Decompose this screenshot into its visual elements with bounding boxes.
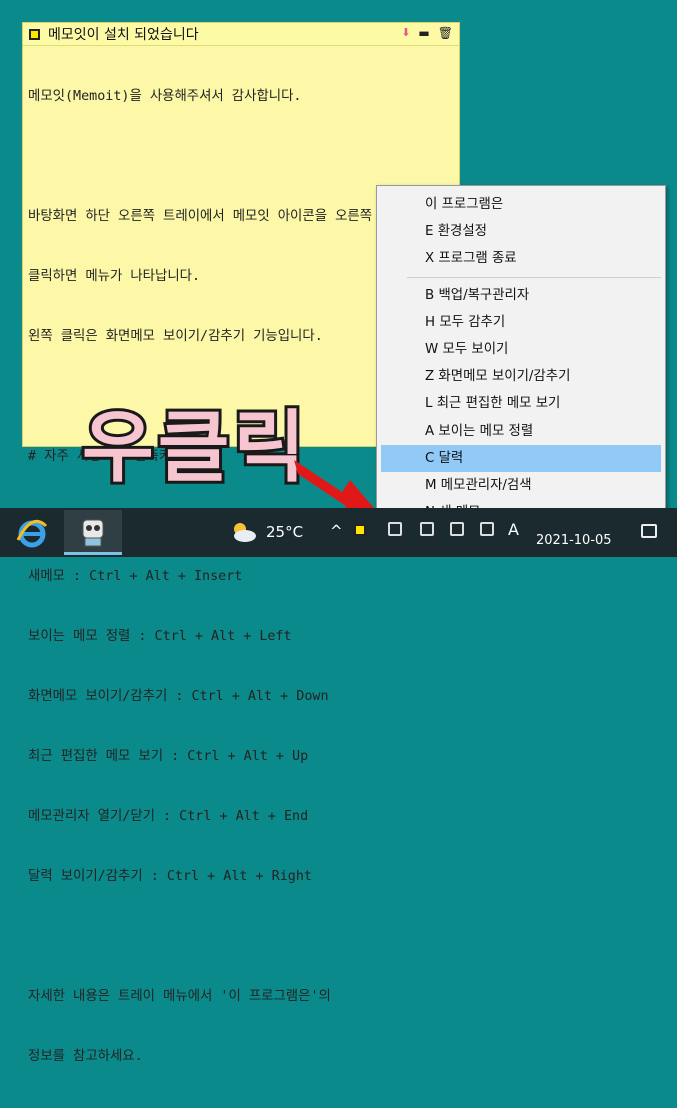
memo-line: 정보를 참고하세요. [28,1049,143,1064]
memo-icon [29,28,40,40]
menu-item-calendar[interactable]: C 달력 [381,444,661,472]
notification-icon[interactable] [641,524,657,538]
memo-line: 자세한 내용은 트레이 메뉴에서 '이 프로그램은'의 [28,989,331,1004]
clock-date[interactable]: 2021-10-05 [536,533,612,548]
menu-item-recent-memo[interactable]: L 최근 편집한 메모 보기 [381,390,661,417]
memo-line: 화면메모 보이기/감추기 : Ctrl + Alt + Down [28,689,329,704]
tray-context-menu: 이 프로그램은 E 환경설정 X 프로그램 종료 B 백업/복구관리자 H 모두… [376,185,666,533]
memo-title-bar[interactable]: 메모잇이 설치 되었습니다 ⬇ ▬ 🗑 [23,23,459,46]
weather-icon[interactable] [228,520,258,544]
minimize-icon[interactable]: ▬ [418,26,429,40]
taskbar: 25°C ^ A 2021-10-05 [0,508,677,557]
memo-line: 달력 보이기/감추기 : Ctrl + Alt + Right [28,869,312,884]
ime-indicator[interactable]: A [508,520,519,539]
pin-icon[interactable]: ⬇ [401,26,410,40]
wifi-icon[interactable] [480,522,494,536]
tray-icon[interactable] [450,522,464,536]
menu-item-toggle-screen-memo[interactable]: Z 화면메모 보이기/감추기 [381,363,661,390]
chevron-up-icon[interactable]: ^ [330,522,343,540]
memo-title: 메모잇이 설치 되었습니다 [48,27,199,43]
right-click-label: 우클릭 [79,400,310,496]
menu-item-hide-all[interactable]: H 모두 감추기 [381,309,661,336]
delete-icon[interactable]: 🗑 [438,26,453,40]
memo-line [28,927,454,947]
tray-icon[interactable] [388,522,402,536]
menu-separator [407,276,661,278]
memo-line: 최근 편집한 메모 보기 : Ctrl + Alt + Up [28,749,309,764]
menu-item-exit[interactable]: X 프로그램 종료 [381,245,661,272]
weather-temperature[interactable]: 25°C [266,523,303,541]
tray-icon[interactable] [420,522,434,536]
memo-line [28,147,454,167]
memo-tray-icon[interactable] [354,524,366,536]
memo-line: 보이는 메모 정렬 : Ctrl + Alt + Left [28,629,292,644]
menu-item-about[interactable]: 이 프로그램은 [381,191,661,218]
memo-line: 새메모 : Ctrl + Alt + Insert [28,569,243,584]
menu-item-show-all[interactable]: W 모두 보이기 [381,336,661,363]
app-icon[interactable] [64,510,122,555]
ie-icon[interactable] [12,515,52,551]
menu-item-backup[interactable]: B 백업/복구관리자 [381,282,661,309]
menu-item-settings[interactable]: E 환경설정 [381,218,661,245]
menu-item-arrange[interactable]: A 보이는 메모 정렬 [381,418,661,445]
menu-item-memo-manager[interactable]: M 메모관리자/검색 [381,472,661,499]
memo-line: 메모관리자 열기/닫기 : Ctrl + Alt + End [28,809,309,824]
memo-line: 메모잇(Memoit)을 사용해주셔서 감사합니다. [28,89,302,104]
